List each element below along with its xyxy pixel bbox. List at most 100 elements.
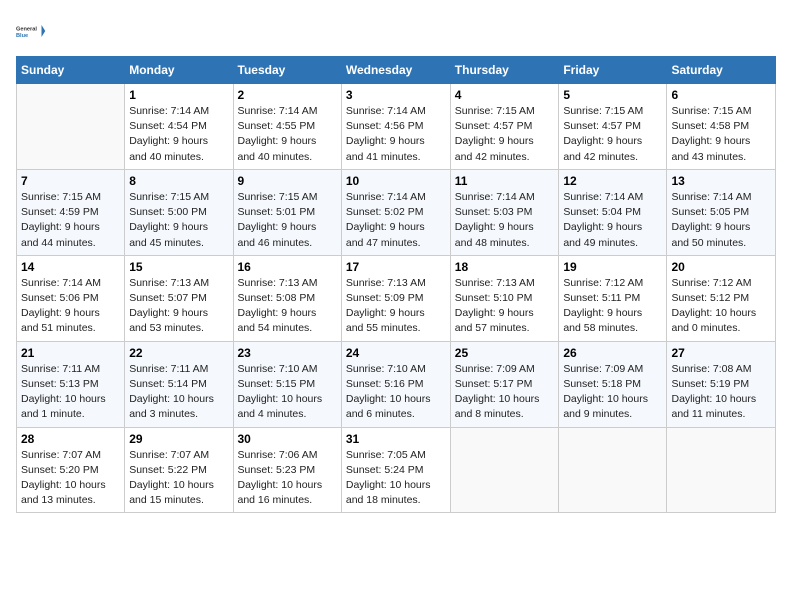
day-number: 12 <box>563 174 662 188</box>
calendar-cell <box>450 427 559 513</box>
day-info: Sunrise: 7:11 AM Sunset: 5:13 PM Dayligh… <box>21 362 120 423</box>
calendar-week-3: 14Sunrise: 7:14 AM Sunset: 5:06 PM Dayli… <box>17 255 776 341</box>
calendar-week-1: 1 Sunrise: 7:14 AM Sunset: 4:54 PM Daylig… <box>17 84 776 170</box>
logo: GeneralBlue <box>16 16 46 46</box>
day-number: 3 <box>346 88 446 102</box>
calendar-cell: 12 Sunrise: 7:14 AM Sunset: 5:04 PM Dayli… <box>559 169 667 255</box>
calendar-cell: 15 Sunrise: 7:13 AM Sunset: 5:07 PM Dayli… <box>125 255 233 341</box>
day-number: 21 <box>21 346 120 360</box>
svg-text:General: General <box>16 26 37 32</box>
calendar-cell <box>17 84 125 170</box>
day-info: Sunrise: 7:15 AM Sunset: 4:59 PM Dayligh… <box>21 190 120 251</box>
weekday-header-monday: Monday <box>125 57 233 84</box>
day-info: Sunrise: 7:13 AM Sunset: 5:08 PM Dayligh… <box>238 276 337 337</box>
day-info: Sunrise: 7:11 AM Sunset: 5:14 PM Dayligh… <box>129 362 228 423</box>
day-info: Sunrise: 7:10 AM Sunset: 5:16 PM Dayligh… <box>346 362 446 423</box>
calendar-cell: 6 Sunrise: 7:15 AM Sunset: 4:58 PM Daylig… <box>667 84 776 170</box>
day-number: 4 <box>455 88 555 102</box>
calendar-cell: 8Sunrise: 7:15 AM Sunset: 5:00 PM Daylig… <box>125 169 233 255</box>
day-number: 25 <box>455 346 555 360</box>
day-number: 16 <box>238 260 337 274</box>
calendar-cell: 2Sunrise: 7:14 AM Sunset: 4:55 PM Daylig… <box>233 84 341 170</box>
day-number: 6 <box>671 88 771 102</box>
calendar-cell: 30 Sunrise: 7:06 AM Sunset: 5:23 PM Dayli… <box>233 427 341 513</box>
calendar-cell: 4 Sunrise: 7:15 AM Sunset: 4:57 PM Daylig… <box>450 84 559 170</box>
day-number: 2 <box>238 88 337 102</box>
weekday-header-tuesday: Tuesday <box>233 57 341 84</box>
weekday-header-thursday: Thursday <box>450 57 559 84</box>
calendar-cell: 13 Sunrise: 7:14 AM Sunset: 5:05 PM Dayli… <box>667 169 776 255</box>
calendar-cell: 3 Sunrise: 7:14 AM Sunset: 4:56 PM Daylig… <box>341 84 450 170</box>
day-info: Sunrise: 7:05 AM Sunset: 5:24 PM Dayligh… <box>346 448 446 509</box>
day-number: 11 <box>455 174 555 188</box>
day-info: Sunrise: 7:14 AM Sunset: 5:06 PM Dayligh… <box>21 276 120 337</box>
day-number: 28 <box>21 432 120 446</box>
day-number: 17 <box>346 260 446 274</box>
calendar-cell: 7 Sunrise: 7:15 AM Sunset: 4:59 PM Daylig… <box>17 169 125 255</box>
day-number: 5 <box>563 88 662 102</box>
day-info: Sunrise: 7:08 AM Sunset: 5:19 PM Dayligh… <box>671 362 771 423</box>
day-number: 22 <box>129 346 228 360</box>
day-number: 29 <box>129 432 228 446</box>
day-info: Sunrise: 7:14 AM Sunset: 4:54 PM Dayligh… <box>129 104 228 165</box>
day-info: Sunrise: 7:15 AM Sunset: 5:01 PM Dayligh… <box>238 190 337 251</box>
day-number: 9 <box>238 174 337 188</box>
calendar-cell: 31 Sunrise: 7:05 AM Sunset: 5:24 PM Dayli… <box>341 427 450 513</box>
day-info: Sunrise: 7:07 AM Sunset: 5:22 PM Dayligh… <box>129 448 228 509</box>
day-info: Sunrise: 7:14 AM Sunset: 5:02 PM Dayligh… <box>346 190 446 251</box>
day-info: Sunrise: 7:15 AM Sunset: 4:58 PM Dayligh… <box>671 104 771 165</box>
calendar-cell: 17 Sunrise: 7:13 AM Sunset: 5:09 PM Dayli… <box>341 255 450 341</box>
calendar-cell: 24 Sunrise: 7:10 AM Sunset: 5:16 PM Dayli… <box>341 341 450 427</box>
calendar-cell: 5 Sunrise: 7:15 AM Sunset: 4:57 PM Daylig… <box>559 84 667 170</box>
day-number: 24 <box>346 346 446 360</box>
calendar-cell: 23 Sunrise: 7:10 AM Sunset: 5:15 PM Dayli… <box>233 341 341 427</box>
day-info: Sunrise: 7:09 AM Sunset: 5:18 PM Dayligh… <box>563 362 662 423</box>
calendar-cell: 9 Sunrise: 7:15 AM Sunset: 5:01 PM Daylig… <box>233 169 341 255</box>
day-info: Sunrise: 7:10 AM Sunset: 5:15 PM Dayligh… <box>238 362 337 423</box>
day-info: Sunrise: 7:06 AM Sunset: 5:23 PM Dayligh… <box>238 448 337 509</box>
calendar-cell: 10 Sunrise: 7:14 AM Sunset: 5:02 PM Dayli… <box>341 169 450 255</box>
calendar-cell: 28Sunrise: 7:07 AM Sunset: 5:20 PM Dayli… <box>17 427 125 513</box>
day-number: 23 <box>238 346 337 360</box>
weekday-header-row: SundayMondayTuesdayWednesdayThursdayFrid… <box>17 57 776 84</box>
calendar-cell <box>667 427 776 513</box>
day-number: 8 <box>129 174 228 188</box>
day-number: 13 <box>671 174 771 188</box>
calendar-cell: 26 Sunrise: 7:09 AM Sunset: 5:18 PM Dayli… <box>559 341 667 427</box>
calendar-cell: 20Sunrise: 7:12 AM Sunset: 5:12 PM Dayli… <box>667 255 776 341</box>
calendar-cell: 29 Sunrise: 7:07 AM Sunset: 5:22 PM Dayli… <box>125 427 233 513</box>
day-info: Sunrise: 7:14 AM Sunset: 5:05 PM Dayligh… <box>671 190 771 251</box>
calendar-cell: 21 Sunrise: 7:11 AM Sunset: 5:13 PM Dayli… <box>17 341 125 427</box>
day-info: Sunrise: 7:15 AM Sunset: 4:57 PM Dayligh… <box>563 104 662 165</box>
weekday-header-wednesday: Wednesday <box>341 57 450 84</box>
day-number: 20 <box>671 260 771 274</box>
day-info: Sunrise: 7:14 AM Sunset: 4:56 PM Dayligh… <box>346 104 446 165</box>
day-number: 7 <box>21 174 120 188</box>
calendar-cell: 16 Sunrise: 7:13 AM Sunset: 5:08 PM Dayli… <box>233 255 341 341</box>
calendar-week-5: 28Sunrise: 7:07 AM Sunset: 5:20 PM Dayli… <box>17 427 776 513</box>
weekday-header-friday: Friday <box>559 57 667 84</box>
day-info: Sunrise: 7:15 AM Sunset: 4:57 PM Dayligh… <box>455 104 555 165</box>
day-number: 1 <box>129 88 228 102</box>
day-number: 31 <box>346 432 446 446</box>
day-number: 30 <box>238 432 337 446</box>
day-number: 18 <box>455 260 555 274</box>
calendar-cell: 27Sunrise: 7:08 AM Sunset: 5:19 PM Dayli… <box>667 341 776 427</box>
day-info: Sunrise: 7:09 AM Sunset: 5:17 PM Dayligh… <box>455 362 555 423</box>
calendar-cell: 19Sunrise: 7:12 AM Sunset: 5:11 PM Dayli… <box>559 255 667 341</box>
calendar-cell: 18 Sunrise: 7:13 AM Sunset: 5:10 PM Dayli… <box>450 255 559 341</box>
calendar-cell: 22 Sunrise: 7:11 AM Sunset: 5:14 PM Dayli… <box>125 341 233 427</box>
day-info: Sunrise: 7:14 AM Sunset: 5:04 PM Dayligh… <box>563 190 662 251</box>
calendar-cell: 14Sunrise: 7:14 AM Sunset: 5:06 PM Dayli… <box>17 255 125 341</box>
day-info: Sunrise: 7:13 AM Sunset: 5:07 PM Dayligh… <box>129 276 228 337</box>
calendar-cell: 1 Sunrise: 7:14 AM Sunset: 4:54 PM Daylig… <box>125 84 233 170</box>
day-info: Sunrise: 7:12 AM Sunset: 5:11 PM Dayligh… <box>563 276 662 337</box>
day-number: 15 <box>129 260 228 274</box>
weekday-header-sunday: Sunday <box>17 57 125 84</box>
day-number: 10 <box>346 174 446 188</box>
svg-text:Blue: Blue <box>16 33 28 39</box>
day-info: Sunrise: 7:13 AM Sunset: 5:09 PM Dayligh… <box>346 276 446 337</box>
day-info: Sunrise: 7:13 AM Sunset: 5:10 PM Dayligh… <box>455 276 555 337</box>
calendar-week-4: 21 Sunrise: 7:11 AM Sunset: 5:13 PM Dayli… <box>17 341 776 427</box>
day-number: 26 <box>563 346 662 360</box>
